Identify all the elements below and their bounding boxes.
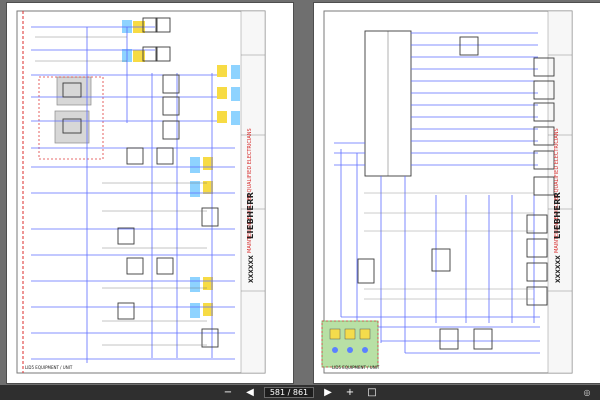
left-logo: LIEBHERR — [246, 192, 255, 239]
page-controls: − ◀ ▶ + □ — [206, 386, 394, 399]
bottom-toolbar: − ◀ ▶ + □ ◎ — [0, 385, 600, 400]
left-schematic: MAINTENANCE ONLY BY QUALIFIED ELECTRICIA… — [7, 3, 293, 383]
right-subtitle: LID5 EQUIPMENT / UNIT — [332, 365, 380, 370]
right-schematic: MAINTENANCE ONLY BY QUALIFIED ELECTRICIA… — [314, 3, 600, 383]
right-drawing-number: XXXXXX — [555, 255, 562, 283]
left-subtitle: LID5 EQUIPMENT / UNIT — [25, 365, 73, 370]
fit-page-icon[interactable]: □ — [364, 387, 380, 399]
page-left: MAINTENANCE ONLY BY QUALIFIED ELECTRICIA… — [7, 3, 293, 383]
zoom-out-icon[interactable]: − — [220, 387, 236, 399]
next-page-icon[interactable]: ▶ — [320, 387, 336, 399]
viewer-logo-icon: ◎ — [583, 387, 591, 397]
left-drawing-number: XXXXXX — [248, 255, 255, 283]
pdf-viewer: MAINTENANCE ONLY BY QUALIFIED ELECTRICIA… — [0, 0, 600, 400]
page-strip: MAINTENANCE ONLY BY QUALIFIED ELECTRICIA… — [0, 0, 600, 385]
previous-page-icon[interactable]: ◀ — [242, 387, 258, 399]
zoom-in-icon[interactable]: + — [342, 387, 358, 399]
page-number-field[interactable] — [264, 387, 314, 398]
right-logo: LIEBHERR — [553, 192, 562, 239]
page-right: MAINTENANCE ONLY BY QUALIFIED ELECTRICIA… — [314, 3, 600, 383]
